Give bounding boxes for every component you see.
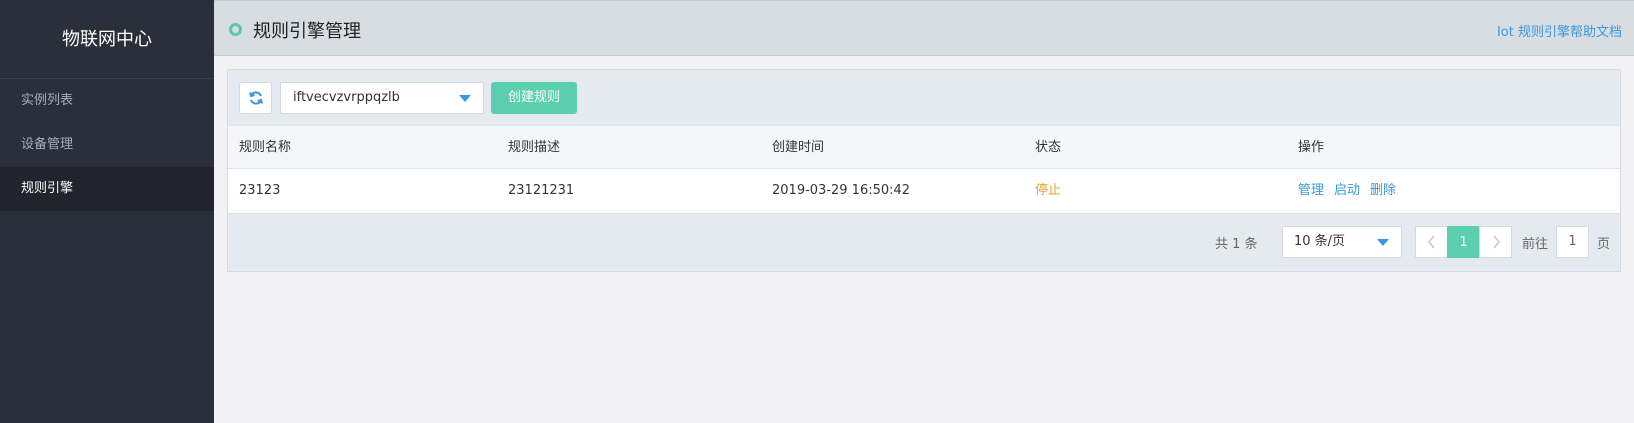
chevron-down-icon bbox=[1377, 239, 1389, 246]
create-rule-button[interactable]: 创建规则 bbox=[491, 82, 577, 114]
toolbar: iftvecvzvrppqzlb 创建规则 bbox=[228, 70, 1620, 125]
table-row: 23123 23121231 2019-03-29 16:50:42 停止 管理… bbox=[228, 169, 1620, 214]
rules-panel: iftvecvzvrppqzlb 创建规则 规则名称 规则描述 创建时间 状态 … bbox=[227, 69, 1621, 272]
help-doc-link[interactable]: Iot 规则引擎帮助文档 bbox=[1497, 21, 1622, 40]
title-dot-icon bbox=[229, 23, 242, 36]
rule-created-time: 2019-03-29 16:50:42 bbox=[772, 183, 911, 198]
page-header: 规则引擎管理 Iot 规则引擎帮助文档 bbox=[214, 0, 1634, 56]
start-link[interactable]: 启动 bbox=[1334, 183, 1360, 198]
chevron-down-icon bbox=[459, 95, 471, 102]
total-count: 共 1 条 bbox=[1215, 237, 1258, 252]
manage-link[interactable]: 管理 bbox=[1298, 183, 1324, 198]
sidebar-item-rule-engine[interactable]: 规则引擎 bbox=[0, 167, 214, 211]
column-header-name: 规则名称 bbox=[239, 140, 292, 155]
sidebar: 物联网中心 实例列表 设备管理 规则引擎 bbox=[0, 0, 214, 423]
sidebar-item-devices[interactable]: 设备管理 bbox=[0, 123, 214, 167]
goto-label: 前往 bbox=[1522, 237, 1549, 252]
column-header-actions: 操作 bbox=[1298, 140, 1325, 155]
instance-select[interactable]: iftvecvzvrppqzlb bbox=[280, 82, 484, 114]
prev-page-button[interactable] bbox=[1415, 226, 1448, 258]
next-page-button[interactable] bbox=[1479, 226, 1512, 258]
column-header-status: 状态 bbox=[1035, 140, 1062, 155]
sidebar-item-instances[interactable]: 实例列表 bbox=[0, 79, 214, 123]
page-title: 规则引擎管理 bbox=[253, 21, 361, 42]
delete-link[interactable]: 删除 bbox=[1370, 183, 1396, 198]
page-size-value: 10 条/页 bbox=[1294, 234, 1346, 249]
rule-description: 23121231 bbox=[508, 183, 575, 198]
table-header: 规则名称 规则描述 创建时间 状态 操作 bbox=[228, 125, 1620, 169]
refresh-icon bbox=[248, 91, 263, 105]
refresh-button[interactable] bbox=[239, 82, 272, 114]
goto-unit: 页 bbox=[1597, 237, 1611, 252]
pagination: 共 1 条 10 条/页 1 前往 1 页 bbox=[228, 214, 1620, 270]
page-size-select[interactable]: 10 条/页 bbox=[1282, 226, 1402, 258]
chevron-right-icon bbox=[1492, 235, 1500, 249]
status-badge: 停止 bbox=[1035, 183, 1062, 198]
instance-select-value: iftvecvzvrppqzlb bbox=[293, 90, 400, 105]
chevron-left-icon bbox=[1427, 235, 1435, 249]
goto-page-input[interactable]: 1 bbox=[1556, 226, 1589, 258]
sidebar-brand: 物联网中心 bbox=[0, 0, 214, 79]
column-header-description: 规则描述 bbox=[508, 140, 561, 155]
rule-name: 23123 bbox=[239, 183, 281, 198]
page-number-current[interactable]: 1 bbox=[1447, 226, 1480, 258]
row-actions: 管理 启动 删除 bbox=[1298, 169, 1406, 213]
column-header-created: 创建时间 bbox=[772, 140, 825, 155]
